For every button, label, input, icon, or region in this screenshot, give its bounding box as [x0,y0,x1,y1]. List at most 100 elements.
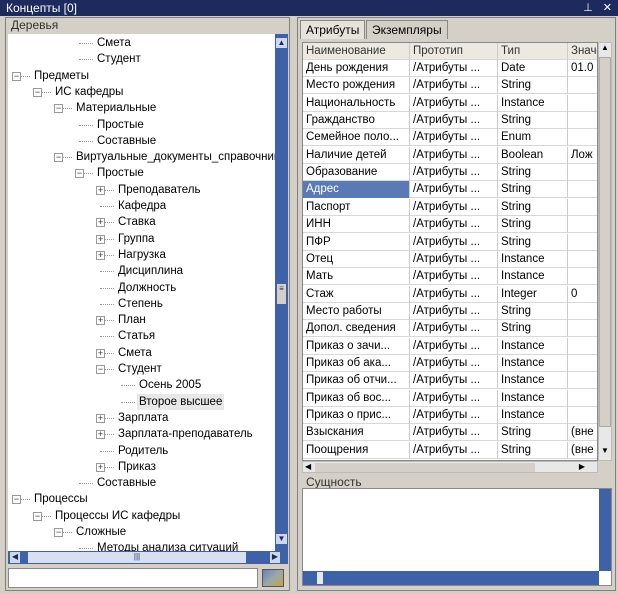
tree-node[interactable]: − Простые [8,165,275,181]
collapse-icon[interactable]: − [12,71,21,81]
database-icon[interactable] [262,569,284,587]
tree-node[interactable]: + План [8,312,275,328]
tree-node[interactable]: Смета [8,35,275,51]
tree-node[interactable]: + Зарплата [8,410,275,426]
table-row[interactable]: Взыскания/Атрибуты ... String (вне [303,424,597,442]
h-scroll-thumb[interactable]: ||| [28,552,246,563]
table-row[interactable]: Паспорт/Атрибуты ... String [303,198,597,216]
h-scroll-thumb[interactable] [315,463,535,472]
collapse-icon[interactable]: − [54,104,63,114]
collapse-icon[interactable]: − [75,169,84,179]
tree-node[interactable]: Составные [8,475,275,491]
tree-horizontal-scrollbar[interactable]: ◀ ||| ▶ [8,551,288,564]
table-row[interactable]: Приказ об отчи.../Атрибуты ... Instance [303,372,597,390]
tree-search-input[interactable] [8,568,258,588]
tree-node[interactable]: + Приказ [8,459,275,475]
scroll-up-button[interactable]: ▲ [276,38,287,48]
table-row[interactable]: Семейное поло.../Атрибуты ... Enum [303,129,597,147]
column-header[interactable]: Прототип [410,43,498,60]
table-row[interactable]: Образование/Атрибуты ... String [303,164,597,182]
tree-node[interactable]: Методы анализа ситуаций [8,540,275,551]
tree-node[interactable]: − ИС кафедры [8,84,275,100]
tree-node[interactable]: − Предметы [8,68,275,84]
entity-vertical-scrollbar[interactable] [599,489,611,571]
expand-icon[interactable]: + [96,250,105,260]
entity-box[interactable] [302,488,612,586]
collapse-icon[interactable]: − [33,87,42,97]
expand-icon[interactable]: + [96,234,105,244]
pin-icon[interactable]: ⊥ [583,0,593,16]
scroll-down-button[interactable]: ▼ [599,446,611,460]
tree-node[interactable]: Второе высшее [8,393,275,410]
column-header[interactable]: Значение [568,43,597,60]
collapse-icon[interactable]: − [12,495,21,505]
scroll-left-button[interactable]: ◀ [10,552,20,563]
table-row[interactable]: День рождения/Атрибуты ... Date 01.0 [303,60,597,77]
table-row[interactable]: Адрес/Атрибуты ... String [303,181,597,199]
collapse-icon[interactable]: − [96,365,105,374]
table-row[interactable]: Гражданство/Атрибуты ... String [303,112,597,130]
tree-node[interactable]: Родитель [8,443,275,459]
table-row[interactable]: Наличие детей/Атрибуты ... Boolean Лож [303,146,597,164]
table-row[interactable]: Приказ о зачи.../Атрибуты ... Instance [303,337,597,355]
tree-node[interactable]: + Преподаватель [8,182,275,198]
tree-node[interactable]: Осень 2005 [8,377,275,393]
expand-icon[interactable]: + [96,316,105,326]
collapse-icon[interactable]: − [54,153,63,163]
tree-node[interactable]: + Группа [8,231,275,247]
tree-node[interactable]: Статья [8,328,275,344]
tree-node[interactable]: + Ставка [8,214,275,230]
table-row[interactable]: Приказ об вос.../Атрибуты ... Instance [303,389,597,407]
tree-vertical-scrollbar[interactable]: ▲ ≡ ▼ [275,34,288,551]
table-row[interactable]: ИНН/Атрибуты ... String [303,216,597,234]
tree-node[interactable]: Студент [8,51,275,67]
expand-icon[interactable]: + [96,348,105,358]
tree-node[interactable]: − Материальные [8,100,275,116]
entity-horizontal-scrollbar[interactable] [303,571,599,585]
tree-node[interactable]: − Студент [8,361,275,377]
tree-node[interactable]: + Смета [8,345,275,361]
table-row[interactable]: Допол. сведения/Атрибуты ... String [303,320,597,338]
table-row[interactable]: Место работы/Атрибуты ... String [303,302,597,320]
tree-node[interactable]: − Сложные [8,524,275,540]
tree-node[interactable]: + Нагрузка [8,247,275,263]
tree-node[interactable]: Простые [8,117,275,133]
tree-node[interactable]: Кафедра [8,198,275,214]
table-row[interactable]: Место рождения/Атрибуты ... String [303,77,597,95]
concept-tree[interactable]: Смета Студент − Предметы − ИС кафедры − Материа… [8,34,275,551]
table-vertical-scrollbar[interactable]: ▲ ▼ [598,42,612,461]
scroll-up-button[interactable]: ▲ [599,43,611,57]
tree-node[interactable]: Должность [8,280,275,296]
scroll-down-button[interactable]: ▼ [276,534,287,544]
tree-node[interactable]: Дисциплина [8,263,275,279]
tree-node[interactable]: − Виртуальные_документы_справочники [8,149,275,165]
table-row[interactable]: Приказ о прис.../Атрибуты ... Instance [303,407,597,424]
collapse-icon[interactable]: − [33,511,42,521]
close-icon[interactable]: ✕ [603,0,612,16]
scroll-right-button[interactable]: ▶ [270,552,280,563]
tree-node[interactable]: Степень [8,296,275,312]
table-row[interactable]: Стаж/Атрибуты ... Integer 0 [303,285,597,303]
table-row[interactable]: Поощрения/Атрибуты ... String (вне [303,441,597,459]
scroll-thumb[interactable] [599,57,611,427]
table-row[interactable]: Мать/Атрибуты ... Instance [303,268,597,286]
scroll-left-button[interactable]: ◀ [305,462,311,471]
scroll-thumb[interactable]: ≡ [277,284,286,304]
tree-node[interactable]: − Процессы ИС кафедры [8,508,275,524]
expand-icon[interactable]: + [96,430,105,440]
table-row[interactable]: Отец/Атрибуты ... Instance [303,250,597,268]
scroll-right-button[interactable]: ▶ [579,462,585,471]
expand-icon[interactable]: + [96,462,105,472]
column-header[interactable]: Тип [498,43,568,60]
expand-icon[interactable]: + [96,413,105,423]
expand-icon[interactable]: + [96,185,105,195]
table-row[interactable]: Национальность/Атрибуты ... Instance [303,94,597,112]
table-row[interactable]: Приказ об ака.../Атрибуты ... Instance [303,354,597,372]
tab-attributes[interactable]: Атрибуты [300,20,366,39]
table-horizontal-scrollbar[interactable]: ◀ ▶ [302,461,598,473]
tab-instances[interactable]: Экземпляры [366,20,448,39]
tree-node[interactable]: + Зарплата-преподаватель [8,426,275,442]
collapse-icon[interactable]: − [54,528,63,537]
expand-icon[interactable]: + [96,218,105,228]
column-header[interactable]: Наименование [303,43,410,60]
